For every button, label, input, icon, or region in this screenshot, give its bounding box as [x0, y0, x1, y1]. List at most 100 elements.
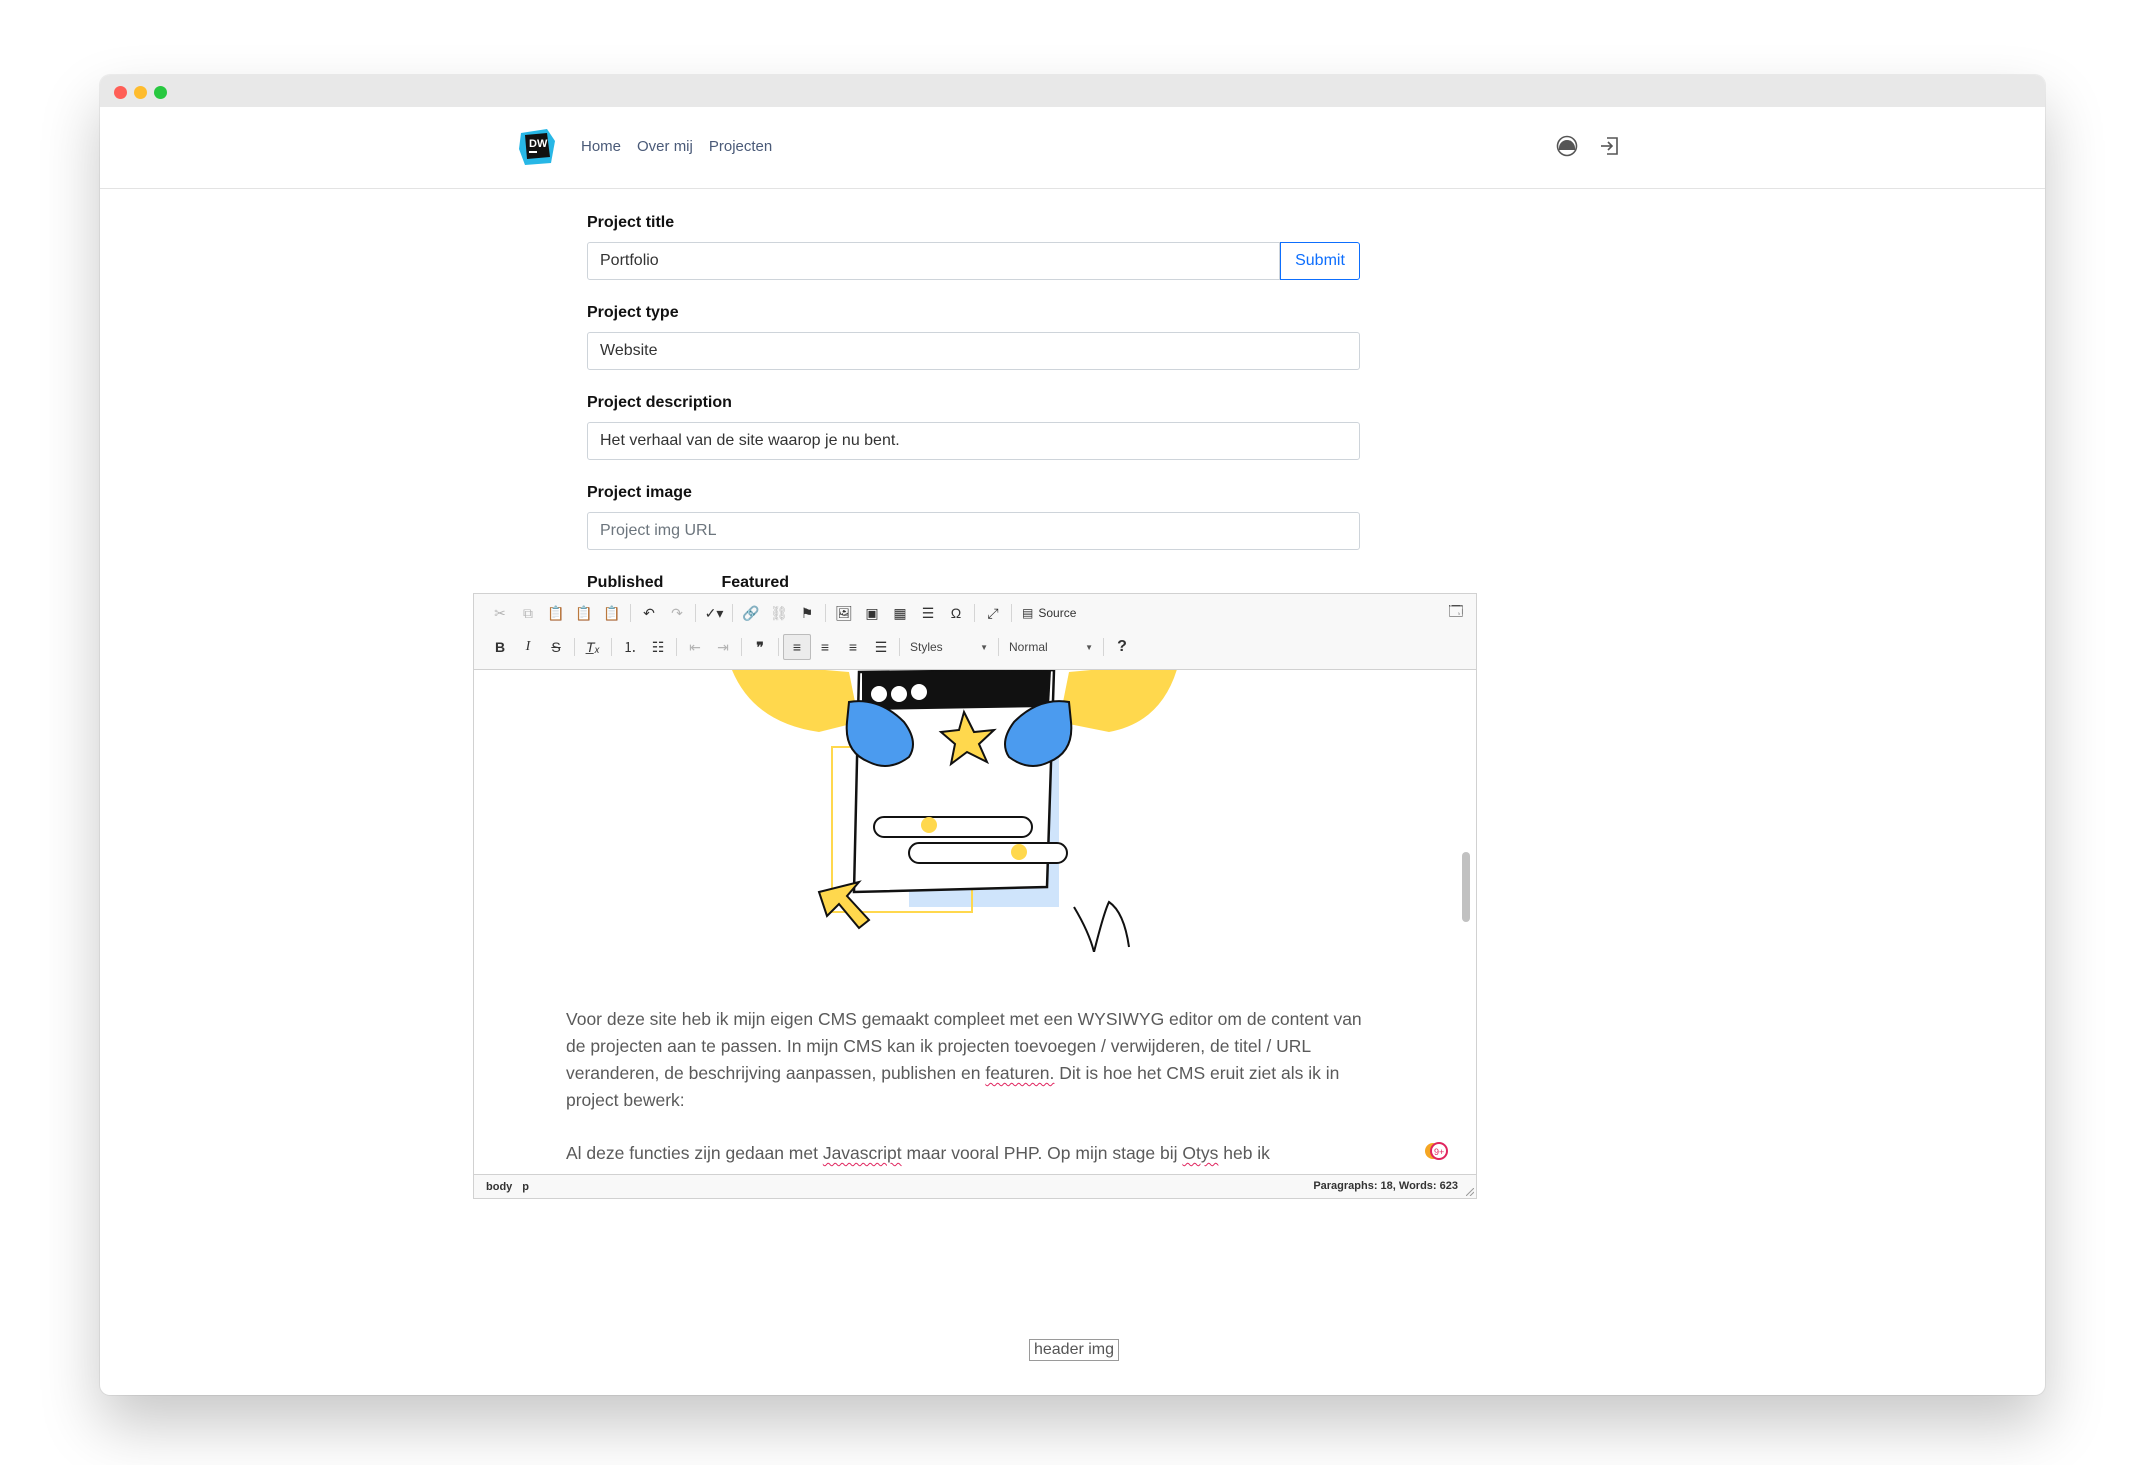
- path-item-body[interactable]: body: [486, 1181, 512, 1193]
- toolbar-separator: [1103, 638, 1104, 656]
- element-path: body p: [486, 1181, 529, 1193]
- editor-statusbar: body p Paragraphs: 18, Words: 623: [474, 1174, 1476, 1198]
- outdent-icon[interactable]: ⇤: [681, 634, 709, 660]
- editor-paragraph-2: Al deze functies zijn gedaan met Javascr…: [566, 1140, 1366, 1167]
- project-description-input[interactable]: Het verhaal van de site waarop je nu ben…: [587, 422, 1360, 460]
- bulleted-list-icon[interactable]: ☷: [644, 634, 672, 660]
- image-icon[interactable]: 🖼: [830, 600, 858, 626]
- numbered-list-icon[interactable]: ⒈: [616, 634, 644, 660]
- source-label: Source: [1038, 606, 1077, 620]
- flash-icon[interactable]: ▣: [858, 600, 886, 626]
- close-window-button[interactable]: [114, 86, 127, 99]
- maximize-icon[interactable]: ⤢: [979, 600, 1007, 626]
- nav-link-home[interactable]: Home: [581, 138, 621, 155]
- bold-icon[interactable]: B: [486, 634, 514, 660]
- project-title-input[interactable]: Portfolio: [587, 242, 1280, 280]
- svg-text:9+: 9+: [1434, 1147, 1444, 1157]
- illustration-image: [732, 670, 1177, 952]
- misspelled-word[interactable]: featuren.: [985, 1063, 1054, 1083]
- submit-button[interactable]: Submit: [1280, 242, 1360, 280]
- chevron-down-icon: ▼: [980, 642, 988, 652]
- italic-icon[interactable]: I: [514, 634, 542, 660]
- toolbar-separator: [741, 638, 742, 656]
- editor-content[interactable]: Voor deze site heb ik mijn eigen CMS gem…: [474, 670, 1476, 1175]
- login-icon[interactable]: [1597, 133, 1623, 159]
- misspelled-word[interactable]: Otys: [1182, 1143, 1218, 1163]
- nav-links: Home Over mij Projecten: [581, 138, 772, 155]
- toolbar-row-1: ✂ ⧉ 📋 📋 📋 ↶ ↷ ✓▾ 🔗 ⛓ ⚑ 🖼 ▣ ▦ ☰ Ω ⤢ ▤ Sour…: [486, 600, 1082, 626]
- project-title-label: Project title: [587, 214, 675, 231]
- toolbar-separator: [825, 604, 826, 622]
- toolbar-separator: [695, 604, 696, 622]
- indent-icon[interactable]: ⇥: [709, 634, 737, 660]
- nav-link-projecten[interactable]: Projecten: [709, 138, 772, 155]
- paste-text-icon[interactable]: 📋: [570, 600, 598, 626]
- source-button[interactable]: ▤ Source: [1016, 600, 1082, 626]
- paste-word-icon[interactable]: 📋: [598, 600, 626, 626]
- project-image-input[interactable]: Project img URL: [587, 512, 1360, 550]
- window-titlebar: [100, 75, 2045, 107]
- wysiwyg-editor: ✂ ⧉ 📋 📋 📋 ↶ ↷ ✓▾ 🔗 ⛓ ⚑ 🖼 ▣ ▦ ☰ Ω ⤢ ▤ Sour…: [473, 593, 1477, 1199]
- cut-icon[interactable]: ✂: [486, 600, 514, 626]
- maximize-window-button[interactable]: [154, 86, 167, 99]
- toolbar-separator: [732, 604, 733, 622]
- styles-dropdown[interactable]: Styles ▼: [904, 635, 994, 659]
- align-justify-icon[interactable]: ☰: [867, 634, 895, 660]
- unlink-icon[interactable]: ⛓: [765, 600, 793, 626]
- anchor-flag-icon[interactable]: ⚑: [793, 600, 821, 626]
- para2-text-a: Al deze functies zijn gedaan met: [566, 1143, 823, 1163]
- header-image-placeholder: header img: [1029, 1339, 1119, 1361]
- editor-toolbar: ✂ ⧉ 📋 📋 📋 ↶ ↷ ✓▾ 🔗 ⛓ ⚑ 🖼 ▣ ▦ ☰ Ω ⤢ ▤ Sour…: [474, 594, 1476, 670]
- table-icon[interactable]: ▦: [886, 600, 914, 626]
- styles-label: Styles: [910, 640, 943, 654]
- align-left-icon[interactable]: ≡: [783, 634, 811, 660]
- project-description-label: Project description: [587, 394, 732, 411]
- paste-icon[interactable]: 📋: [542, 600, 570, 626]
- align-center-icon[interactable]: ≡: [811, 634, 839, 660]
- project-type-input[interactable]: Website: [587, 332, 1360, 370]
- para2-text-b: maar vooral PHP. Op mijn stage bij: [901, 1143, 1183, 1163]
- help-button[interactable]: ?: [1108, 634, 1136, 660]
- project-title-row: Portfolio Submit: [587, 242, 1360, 280]
- dashboard-icon[interactable]: [1554, 133, 1580, 159]
- toolbar-separator: [998, 638, 999, 656]
- special-char-icon[interactable]: Ω: [942, 600, 970, 626]
- toolbar-row-2: B I S T̲ₓ ⒈ ☷ ⇤ ⇥ ❞ ≡ ≡ ≡ ☰ Styles ▼ Norm…: [486, 634, 1136, 660]
- editor-scrollbar[interactable]: [1462, 670, 1470, 1175]
- link-icon[interactable]: 🔗: [737, 600, 765, 626]
- spellcheck-icon[interactable]: ✓▾: [700, 600, 728, 626]
- scrollbar-thumb[interactable]: [1462, 852, 1470, 922]
- toolbar-separator: [778, 638, 779, 656]
- toolbar-separator: [630, 604, 631, 622]
- toolbar-separator: [611, 638, 612, 656]
- project-form: Project title Portfolio Submit Project t…: [587, 214, 1360, 640]
- resize-handle-icon[interactable]: [1466, 1188, 1474, 1196]
- path-item-p[interactable]: p: [522, 1181, 529, 1193]
- strikethrough-icon[interactable]: S: [542, 634, 570, 660]
- word-count: Paragraphs: 18, Words: 623: [1313, 1180, 1458, 1192]
- copy-icon[interactable]: ⧉: [514, 600, 542, 626]
- format-label: Normal: [1009, 640, 1048, 654]
- toolbar-separator: [574, 638, 575, 656]
- horizontal-line-icon[interactable]: ☰: [914, 600, 942, 626]
- blockquote-icon[interactable]: ❞: [746, 634, 774, 660]
- toolbar-separator: [974, 604, 975, 622]
- format-dropdown[interactable]: Normal ▼: [1003, 635, 1099, 659]
- minimize-window-button[interactable]: [134, 86, 147, 99]
- source-icon: ▤: [1022, 606, 1034, 620]
- remove-format-icon[interactable]: T̲ₓ: [579, 634, 607, 660]
- toolbar-separator: [676, 638, 677, 656]
- toolbar-separator: [899, 638, 900, 656]
- project-type-label: Project type: [587, 304, 679, 321]
- site-logo[interactable]: DW: [517, 127, 557, 167]
- misspelled-word[interactable]: Javascript: [823, 1143, 902, 1163]
- toolbar-separator: [1011, 604, 1012, 622]
- align-right-icon[interactable]: ≡: [839, 634, 867, 660]
- grammarly-icon[interactable]: 9+: [1424, 1140, 1450, 1162]
- logo-text: DW: [529, 138, 548, 150]
- redo-icon[interactable]: ↷: [663, 600, 691, 626]
- nav-link-over-mij[interactable]: Over mij: [637, 138, 693, 155]
- project-image-label: Project image: [587, 484, 692, 501]
- undo-icon[interactable]: ↶: [635, 600, 663, 626]
- preview-icon[interactable]: 🗔: [1442, 600, 1470, 626]
